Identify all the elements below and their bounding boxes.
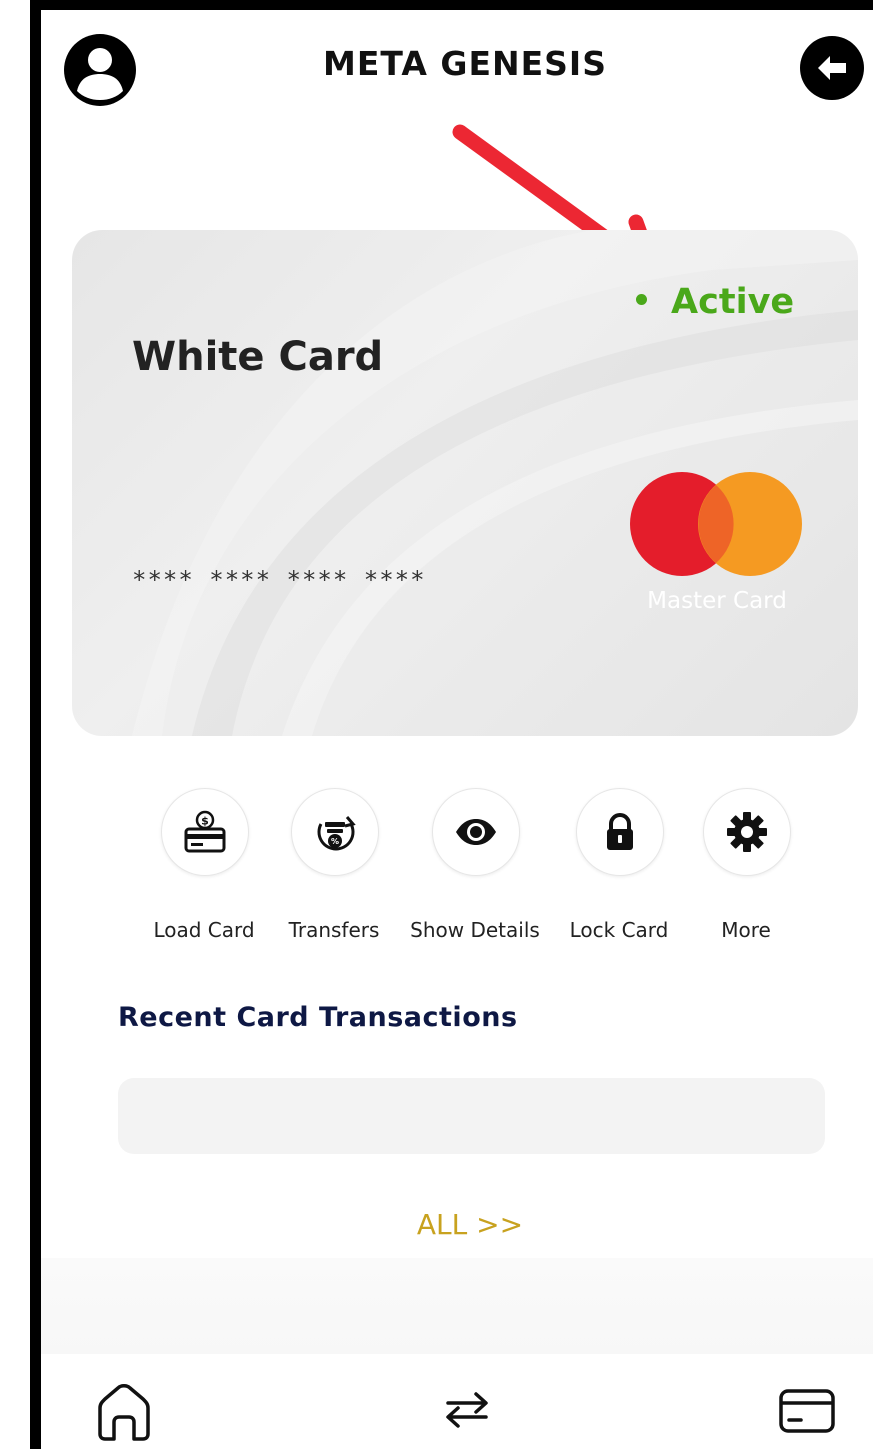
- status-text: Active: [671, 282, 795, 322]
- card-status: Active: [636, 282, 794, 322]
- lock-icon: [607, 813, 633, 850]
- svg-text:%: %: [331, 837, 339, 846]
- show-details-label: Show Details: [410, 918, 540, 942]
- view-all-transactions-link[interactable]: ALL >>: [380, 1208, 560, 1241]
- recent-transactions-title: Recent Card Transactions: [118, 1002, 518, 1033]
- transfers-icon: %: [317, 816, 356, 851]
- transfer-arrows-icon[interactable]: [440, 1386, 494, 1434]
- show-details-button[interactable]: [432, 788, 520, 876]
- card-icon[interactable]: [778, 1388, 836, 1434]
- eye-icon: [456, 819, 496, 845]
- transfers-button[interactable]: %: [291, 788, 379, 876]
- lock-card-button[interactable]: [576, 788, 664, 876]
- home-icon[interactable]: [94, 1382, 154, 1442]
- svg-text:$: $: [201, 815, 209, 828]
- frame-border-top: [30, 0, 873, 10]
- more-button[interactable]: [703, 788, 791, 876]
- status-dot: [636, 293, 647, 305]
- transfers-label: Transfers: [288, 918, 380, 942]
- mastercard-logo-icon: [630, 472, 802, 576]
- back-button[interactable]: [800, 36, 864, 100]
- transaction-list-placeholder: [118, 1078, 825, 1154]
- card-number: **** **** **** ****: [132, 566, 426, 594]
- more-label: More: [721, 918, 771, 942]
- gear-icon: [727, 812, 767, 852]
- load-card-button[interactable]: $: [161, 788, 249, 876]
- page-title: META GENESIS: [323, 44, 607, 83]
- lower-panel: [41, 1258, 873, 1354]
- frame-border-left: [30, 0, 41, 1449]
- card-brand-label: Master Card: [647, 588, 787, 614]
- arrow-left-circle-icon: [800, 36, 864, 100]
- card-name: White Card: [132, 334, 384, 380]
- user-profile-icon[interactable]: [64, 34, 136, 106]
- load-card-icon: $: [184, 810, 226, 853]
